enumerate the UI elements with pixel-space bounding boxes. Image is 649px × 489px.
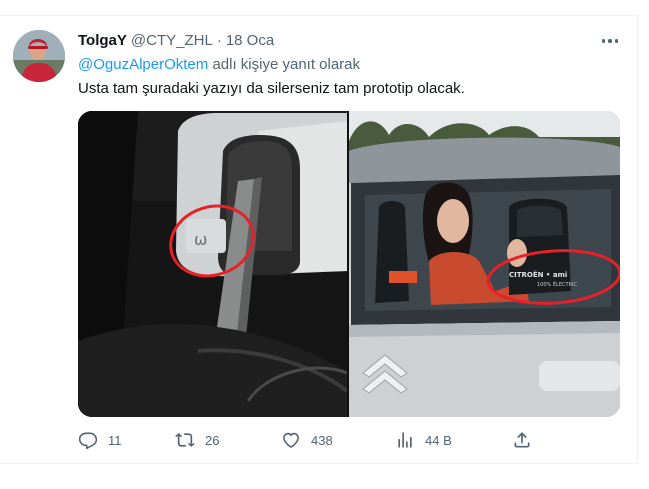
action-bar: 11 26 438 44 B xyxy=(78,428,538,452)
user-handle[interactable]: @CTY_ZHL xyxy=(131,32,213,49)
svg-text:ω: ω xyxy=(194,230,207,249)
tweet-text: Usta tam şuradaki yazıyı da silerseniz t… xyxy=(78,80,465,97)
like-count: 438 xyxy=(311,432,333,448)
divider-top xyxy=(0,15,638,16)
share-icon xyxy=(514,432,530,448)
share-button[interactable] xyxy=(512,428,532,452)
views-icon xyxy=(398,432,412,448)
car-advertisement-photo-icon: CITROËN • ami 100% ÉLECTRIC xyxy=(349,111,620,417)
heart-icon xyxy=(283,432,299,448)
divider-bottom xyxy=(0,463,638,464)
retweet-button[interactable]: 26 xyxy=(175,428,219,452)
tweet-header: TolgaY @CTY_ZHL · 18 Oca xyxy=(78,32,274,49)
views-button[interactable]: 44 B xyxy=(395,428,452,452)
divider-right xyxy=(637,15,638,464)
media-grid: ω CITROËN • ami 100% ÉLECTRIC xyxy=(78,111,620,417)
media-image-left[interactable]: ω xyxy=(78,111,347,417)
tweet-card[interactable]: TolgaY @CTY_ZHL · 18 Oca @OguzAlperOktem… xyxy=(0,0,649,489)
user-avatar-icon xyxy=(13,30,65,82)
more-dot xyxy=(608,39,612,43)
like-button[interactable]: 438 xyxy=(281,428,333,452)
more-dot xyxy=(601,39,606,43)
car-interior-photo-icon: ω xyxy=(78,111,347,417)
reply-icon xyxy=(78,432,98,450)
car-logo-tagline: 100% ÉLECTRIC xyxy=(537,280,577,288)
reply-context-suffix: adlı kişiye yanıt olarak xyxy=(208,56,361,73)
tweet-timestamp[interactable]: 18 Oca xyxy=(226,32,274,49)
more-icon[interactable] xyxy=(598,33,622,49)
reply-count: 11 xyxy=(108,432,122,448)
retweet-count: 26 xyxy=(205,432,220,448)
reply-button[interactable]: 11 xyxy=(78,428,122,452)
views-count: 44 B xyxy=(425,432,452,448)
separator-dot: · xyxy=(216,32,222,49)
car-logo-text: CITROËN • ami xyxy=(509,270,567,279)
retweet-icon xyxy=(175,433,195,447)
reply-mention-link[interactable]: @OguzAlperOktem xyxy=(78,56,208,73)
reply-context: @OguzAlperOktem adlı kişiye yanıt olarak xyxy=(78,56,360,73)
display-name[interactable]: TolgaY xyxy=(78,32,127,49)
more-dot xyxy=(614,39,619,43)
avatar[interactable] xyxy=(13,30,65,82)
media-image-right[interactable]: CITROËN • ami 100% ÉLECTRIC xyxy=(349,111,620,417)
